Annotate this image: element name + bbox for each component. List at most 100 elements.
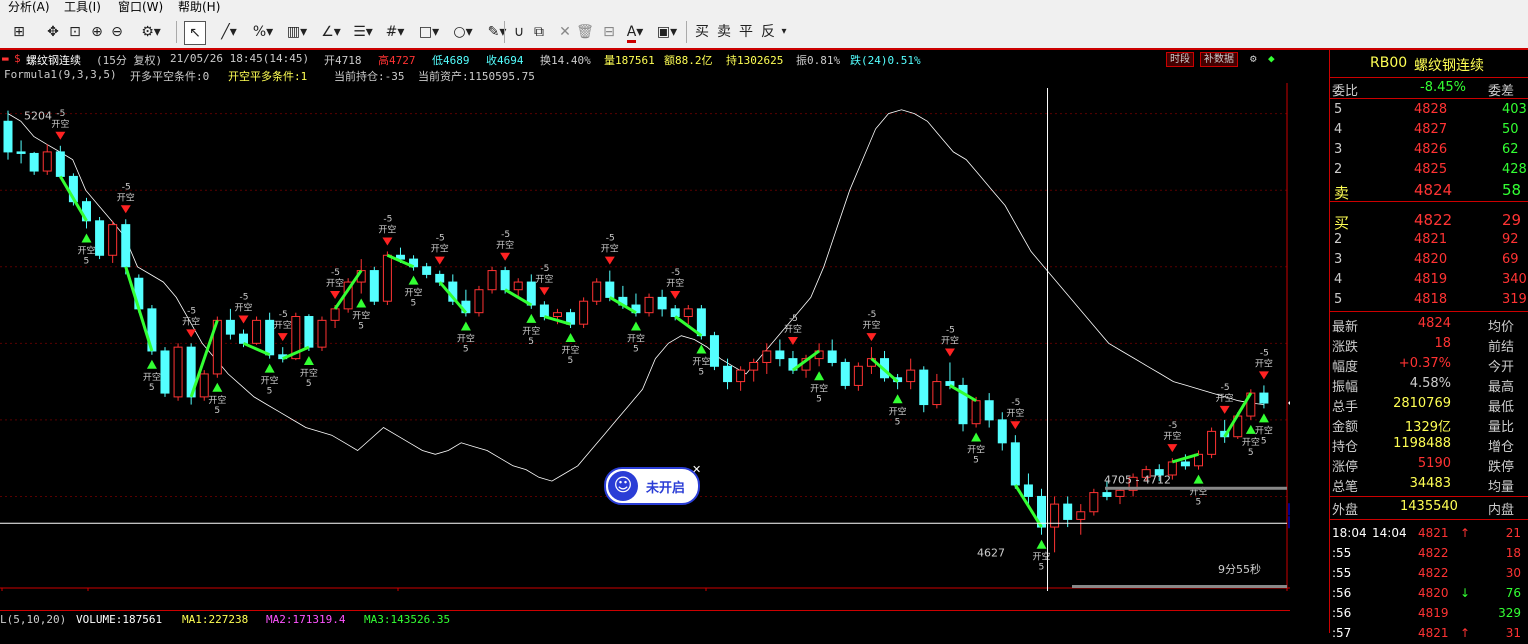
candle-body[interactable] — [683, 308, 693, 318]
more-icon[interactable]: ▾ — [778, 21, 790, 43]
ask-row[interactable]: 5 4828 403 — [1330, 100, 1528, 120]
buy-signal-marker[interactable] — [264, 363, 275, 373]
bid-row[interactable]: 买 4822 29 — [1330, 210, 1528, 232]
formula-name[interactable]: Formula1(9,3,3,5) — [4, 68, 117, 81]
candle-body[interactable] — [827, 350, 837, 363]
settings-icon[interactable]: ⚙▾ — [138, 21, 164, 43]
candle-body[interactable] — [199, 373, 209, 398]
candle-body[interactable] — [1115, 489, 1125, 497]
candle-body[interactable] — [592, 281, 602, 302]
candle-body[interactable] — [487, 270, 497, 291]
candle-body[interactable] — [1259, 392, 1269, 404]
sell-signal-marker[interactable] — [55, 131, 66, 140]
ask-row[interactable]: 2 4825 428 — [1330, 160, 1528, 180]
candle-body[interactable] — [108, 224, 118, 256]
candle-body[interactable] — [644, 296, 654, 314]
sell-signal-marker[interactable] — [1258, 371, 1269, 380]
sell-signal-marker[interactable] — [500, 252, 511, 261]
bid-row[interactable]: 5 4818 319 — [1330, 290, 1528, 312]
candle-body[interactable] — [160, 350, 170, 394]
candle-body[interactable] — [997, 419, 1007, 444]
sell-signal-marker[interactable] — [120, 205, 131, 214]
bid-row[interactable]: 4 4819 340 — [1330, 270, 1528, 290]
candle-body[interactable] — [369, 270, 379, 302]
minus-icon[interactable]: ▬ — [2, 52, 9, 65]
candle-body[interactable] — [906, 369, 916, 383]
candle-body[interactable] — [1023, 484, 1033, 497]
candle-body[interactable] — [552, 312, 562, 318]
sell-signal-marker[interactable] — [1219, 405, 1230, 414]
zoom-out-icon[interactable]: ⊖ — [108, 21, 126, 43]
trash-icon[interactable]: 🗑 — [576, 21, 594, 43]
sell-signal-marker[interactable] — [277, 333, 288, 342]
candle-body[interactable] — [657, 296, 667, 310]
menu-tools[interactable]: 工具(I) — [64, 0, 101, 14]
candle-body[interactable] — [526, 281, 536, 306]
candle-body[interactable] — [853, 365, 863, 386]
pointer-icon[interactable]: ↖ — [184, 21, 206, 45]
candle-body[interactable] — [238, 333, 248, 344]
candle-body[interactable] — [317, 319, 327, 348]
buy-signal-marker[interactable] — [303, 355, 314, 365]
buy-signal-marker[interactable] — [892, 394, 903, 404]
candle-body[interactable] — [474, 289, 484, 314]
candle-body[interactable] — [579, 300, 589, 325]
candle-body[interactable] — [840, 361, 850, 386]
sell-signal-marker[interactable] — [434, 256, 445, 265]
diamond-icon[interactable]: ◆ — [1268, 52, 1275, 65]
buy-signal-marker[interactable] — [81, 233, 92, 243]
candle-body[interactable] — [945, 381, 955, 386]
candle-body[interactable] — [1063, 503, 1073, 520]
candle-body[interactable] — [1089, 492, 1099, 513]
close-position-button[interactable]: 平 — [738, 21, 754, 43]
buy-signal-marker[interactable] — [408, 275, 419, 285]
buy-signal-marker[interactable] — [814, 371, 825, 381]
menu-help[interactable]: 帮助(H) — [178, 0, 220, 14]
text-color-icon[interactable]: A▾ — [622, 21, 648, 43]
delete-icon[interactable]: ✕ — [556, 21, 574, 43]
candle-body[interactable] — [709, 335, 719, 367]
sell-signal-marker[interactable] — [866, 333, 877, 342]
volume-indicator-name[interactable]: L(5,10,20) — [0, 613, 66, 626]
move-icon[interactable]: ✥ — [44, 21, 62, 43]
sell-signal-marker[interactable] — [944, 348, 955, 357]
percent-tool-icon[interactable]: %▾ — [250, 21, 276, 43]
buy-button[interactable]: 买 — [694, 21, 710, 43]
save-icon[interactable]: ▣▾ — [654, 21, 680, 43]
candle-body[interactable] — [95, 220, 105, 256]
candle-body[interactable] — [539, 304, 549, 318]
sell-signal-marker[interactable] — [604, 256, 615, 265]
kline-chart[interactable]: 520051005000490048004700-5开空开空5-5开空开空5-5… — [0, 83, 1290, 591]
candle-body[interactable] — [265, 319, 275, 356]
sell-signal-marker[interactable] — [382, 237, 393, 246]
candle-body[interactable] — [984, 400, 994, 421]
bid-row[interactable]: 2 4821 92 — [1330, 230, 1528, 250]
angle-tool-icon[interactable]: ∠▾ — [318, 21, 344, 43]
candle-body[interactable] — [1207, 430, 1217, 455]
candle-body[interactable] — [605, 281, 615, 298]
sell-signal-marker[interactable] — [1167, 444, 1178, 453]
sell-button[interactable]: 卖 — [716, 21, 732, 43]
candle-body[interactable] — [736, 369, 746, 383]
sell-signal-marker[interactable] — [186, 329, 197, 338]
line-tool-icon[interactable]: ╱▾ — [216, 21, 242, 43]
grid-tool-icon[interactable]: #▾ — [382, 21, 408, 43]
rect-tool-icon[interactable]: □▾ — [416, 21, 442, 43]
candle-body[interactable] — [762, 350, 772, 363]
candle-body[interactable] — [3, 120, 13, 153]
buy-signal-marker[interactable] — [212, 382, 223, 392]
candle-body[interactable] — [16, 151, 26, 154]
not-enabled-popup[interactable]: ☺ 未开启 — [604, 467, 700, 505]
buy-signal-marker[interactable] — [565, 333, 576, 342]
candle-body[interactable] — [42, 151, 52, 172]
candle-body[interactable] — [919, 369, 929, 406]
buy-signal-marker[interactable] — [460, 321, 471, 331]
buy-signal-marker[interactable] — [1193, 474, 1204, 484]
menu-analysis[interactable]: 分析(A) — [8, 0, 50, 14]
zoom-in-icon[interactable]: ⊕ — [88, 21, 106, 43]
ask-row[interactable]: 3 4826 62 — [1330, 140, 1528, 160]
sell-signal-marker[interactable] — [238, 315, 249, 324]
candle-body[interactable] — [500, 270, 510, 291]
candle-body[interactable] — [55, 151, 65, 177]
pen-tool-icon[interactable]: ✎▾ — [484, 21, 510, 43]
